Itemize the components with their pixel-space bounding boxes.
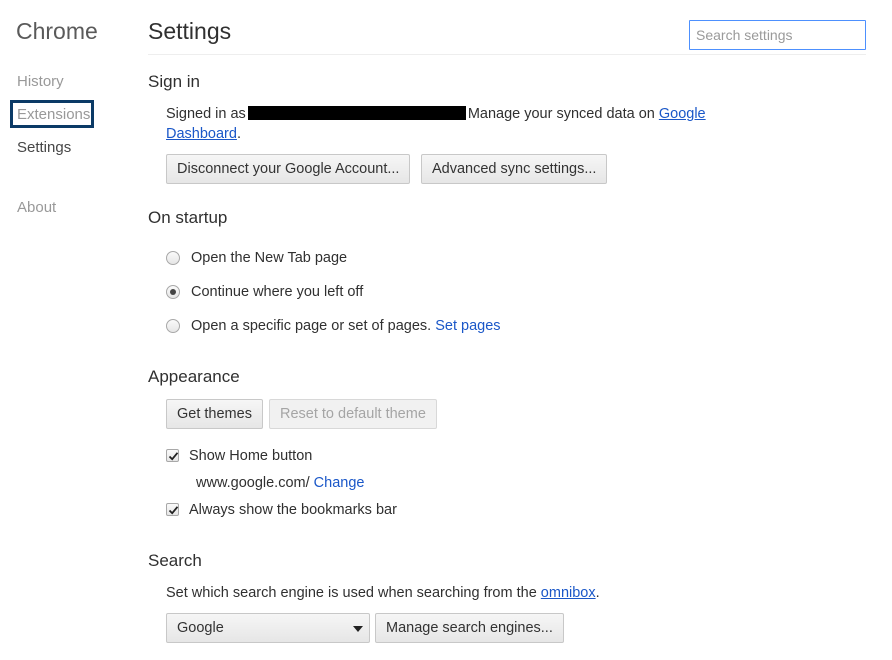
advanced-sync-button[interactable]: Advanced sync settings...	[421, 154, 608, 184]
startup-option-specific: Open a specific page or set of pages. Se…	[191, 318, 501, 334]
radio-continue[interactable]	[166, 285, 180, 299]
google-dashboard-link-part1[interactable]: Google	[659, 106, 706, 122]
search-description-text: Set which search engine is used when sea…	[166, 585, 537, 601]
show-home-label: Show Home button	[189, 448, 313, 464]
section-title-appearance: Appearance	[148, 367, 240, 386]
title-divider	[148, 54, 866, 55]
page-title: Settings	[148, 18, 232, 44]
google-dashboard-link-part2[interactable]: Dashboard	[166, 126, 237, 142]
search-engine-select[interactable]: Google	[166, 613, 370, 643]
section-title-search: Search	[148, 551, 202, 570]
home-url: www.google.com/	[196, 475, 310, 491]
sidebar-item-about[interactable]: About	[17, 199, 56, 216]
signed-in-prefix: Signed in as	[166, 106, 246, 122]
search-description: Set which search engine is used when sea…	[166, 585, 600, 601]
startup-option-label: Open the New Tab page	[191, 250, 348, 266]
search-engine-value: Google	[177, 620, 224, 636]
bookmarks-bar-checkbox[interactable]	[166, 503, 179, 516]
search-input[interactable]	[689, 20, 866, 50]
section-title-on-startup: On startup	[148, 208, 228, 227]
show-home-checkbox[interactable]	[166, 449, 179, 462]
section-title-sign-in: Sign in	[148, 72, 200, 91]
reset-theme-button[interactable]: Reset to default theme	[269, 399, 437, 429]
startup-option-label: Continue where you left off	[191, 284, 364, 300]
change-home-link[interactable]: Change	[314, 475, 365, 491]
period: .	[236, 126, 241, 142]
get-themes-button[interactable]: Get themes	[166, 399, 263, 429]
manage-search-engines-button[interactable]: Manage search engines...	[375, 613, 564, 643]
radio-selected-dot	[170, 289, 176, 295]
sidebar-item-extensions[interactable]: Extensions	[17, 106, 90, 123]
signed-in-line: Signed in as Manage your synced data on G…	[166, 106, 706, 122]
sidebar: Chrome History Extensions Settings About	[0, 0, 140, 660]
radio-new-tab[interactable]	[166, 251, 180, 265]
period: .	[595, 585, 600, 601]
bookmarks-bar-label: Always show the bookmarks bar	[189, 502, 397, 518]
check-icon	[168, 452, 179, 461]
manage-synced-text: Manage your synced data on	[467, 106, 655, 122]
redacted-email	[247, 106, 466, 120]
check-icon	[168, 506, 179, 515]
home-url-line: www.google.com/ Change	[196, 475, 364, 491]
set-pages-link[interactable]: Set pages	[435, 318, 500, 334]
disconnect-account-button[interactable]: Disconnect your Google Account...	[166, 154, 411, 184]
radio-specific-pages[interactable]	[166, 319, 180, 333]
omnibox-link[interactable]: omnibox	[541, 585, 596, 601]
settings-main: Settings Sign in Signed in as Manage your…	[148, 0, 892, 660]
startup-option-label: Open a specific page or set of pages.	[191, 318, 432, 334]
brand-title: Chrome	[16, 18, 98, 44]
signed-in-line-2: Dashboard.	[166, 126, 241, 142]
sidebar-item-settings[interactable]: Settings	[17, 139, 71, 156]
chevron-down-icon	[353, 626, 363, 632]
sidebar-item-history[interactable]: History	[17, 73, 64, 90]
